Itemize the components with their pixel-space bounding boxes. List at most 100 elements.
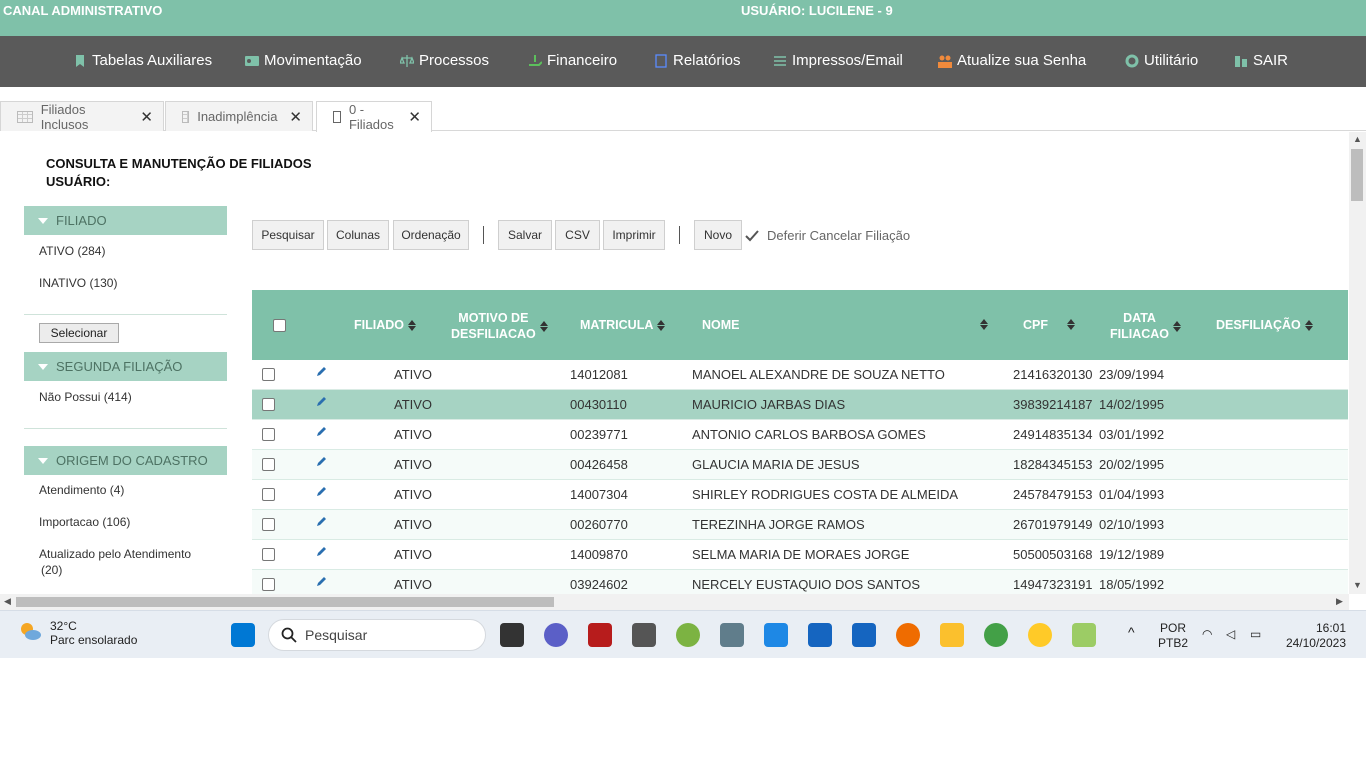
gear-icon [1125, 54, 1139, 67]
tab-inadimplencia[interactable]: Inadimplência ✕ [165, 101, 313, 131]
edit-pencil-icon[interactable] [315, 396, 327, 408]
taskbar-search[interactable]: Pesquisar [268, 619, 486, 651]
caixa-icon[interactable] [852, 623, 876, 647]
header-data-filiacao[interactable]: DATA FILIACAO [1110, 310, 1182, 342]
caixa-icon[interactable] [808, 623, 832, 647]
select-button[interactable]: Selecionar [39, 323, 119, 343]
filezilla-icon[interactable] [588, 623, 612, 647]
tab-filiados-inclusos[interactable]: Filiados Inclusos ✕ [0, 101, 164, 132]
row-checkbox[interactable] [262, 518, 275, 531]
table-row[interactable]: ATIVO 00430110 MAURICIO JARBAS DIAS 3983921… [252, 390, 1348, 420]
filter-header[interactable]: ORIGEM DO CADASTRO [24, 446, 227, 475]
camera-icon[interactable] [632, 623, 656, 647]
header-nome[interactable]: NOME [702, 317, 740, 333]
filter-option[interactable]: INATIVO (130) [39, 276, 117, 290]
row-checkbox[interactable] [262, 458, 275, 471]
cell-status: ATIVO [394, 367, 433, 382]
search-button[interactable]: Pesquisar [252, 220, 324, 250]
nav-relatorios[interactable]: Relatórios [654, 52, 741, 69]
row-checkbox[interactable] [262, 368, 275, 381]
csv-button[interactable]: CSV [555, 220, 600, 250]
filter-option[interactable]: Atualizado pelo Atendimento [39, 547, 191, 561]
nav-movimentacao[interactable]: Movimentação [245, 52, 362, 69]
teams-icon[interactable] [544, 623, 568, 647]
print-button[interactable]: Imprimir [603, 220, 665, 250]
table-row[interactable]: ATIVO 14007304 SHIRLEY RODRIGUES COSTA DE … [252, 480, 1348, 510]
header-matricula[interactable]: MATRICULA [580, 317, 666, 333]
row-checkbox[interactable] [262, 488, 275, 501]
nav-atualize-senha[interactable]: Atualize sua Senha [938, 52, 1086, 69]
filter-header[interactable]: SEGUNDA FILIAÇÃO [24, 352, 227, 381]
edit-pencil-icon[interactable] [315, 486, 327, 498]
filter-origem-cadastro: ORIGEM DO CADASTRO Atendimento (4) Impor… [24, 446, 227, 586]
app-icon[interactable] [1072, 623, 1096, 647]
edit-pencil-icon[interactable] [315, 456, 327, 468]
row-checkbox[interactable] [262, 428, 275, 441]
edit-pencil-icon[interactable] [315, 516, 327, 528]
nav-tabelas-auxiliares[interactable]: Tabelas Auxiliares [73, 52, 212, 69]
header-filiado[interactable]: FILIADO [354, 317, 416, 333]
chrome-icon[interactable] [984, 623, 1008, 647]
filter-header[interactable]: FILIADO [24, 206, 227, 235]
language-indicator[interactable]: POR PTB2 [1158, 621, 1188, 651]
header-desfiliacao[interactable]: DESFILIAÇÃO [1216, 317, 1313, 333]
save-button[interactable]: Salvar [498, 220, 552, 250]
defer-cancel-button[interactable]: Deferir Cancelar Filiação [745, 228, 910, 243]
nav-utilitario[interactable]: Utilitário [1125, 52, 1198, 69]
browser-icon[interactable] [1028, 623, 1052, 647]
edit-pencil-icon[interactable] [315, 426, 327, 438]
table-row[interactable]: ATIVO 00426458 GLAUCIA MARIA DE JESUS 18284… [252, 450, 1348, 480]
header-motivo-desfiliacao[interactable]: MOTIVO DE DESFILIACAO [451, 310, 548, 342]
vertical-scrollbar[interactable]: ▲ ▼ [1349, 132, 1366, 594]
new-button[interactable]: Novo [694, 220, 742, 250]
wifi-icon[interactable]: ◠ [1202, 627, 1212, 642]
table-row[interactable]: ATIVO 00239771 ANTONIO CARLOS BARBOSA GOME… [252, 420, 1348, 450]
nav-processos[interactable]: Processos [400, 52, 489, 69]
sort-icon[interactable] [980, 319, 988, 330]
windows-start-icon[interactable] [231, 623, 255, 647]
volume-icon[interactable]: ◁ [1226, 627, 1235, 642]
chevron-up-icon[interactable]: ^ [1128, 625, 1135, 640]
header-cpf[interactable]: CPF [1023, 317, 1048, 333]
cell-nome: TEREZINHA JORGE RAMOS [692, 517, 865, 532]
weather-widget[interactable]: 32°C Parc ensolarado [18, 619, 137, 647]
edit-pencil-icon[interactable] [315, 576, 327, 588]
paint-icon[interactable] [676, 623, 700, 647]
row-checkbox[interactable] [262, 578, 275, 591]
table-row[interactable]: ATIVO 14012081 MANOEL ALEXANDRE DE SOUZA N… [252, 360, 1348, 390]
horizontal-scrollbar[interactable]: ◀ ▶ [0, 594, 1349, 610]
sort-icon[interactable] [1067, 319, 1075, 330]
row-checkbox[interactable] [262, 398, 275, 411]
table-row[interactable]: ATIVO 00260770 TEREZINHA JORGE RAMOS 267019… [252, 510, 1348, 540]
filter-option[interactable]: Não Possui (414) [39, 390, 132, 404]
tab-filiados[interactable]: 0 - Filiados ✕ [316, 101, 432, 132]
nav-financeiro[interactable]: Financeiro [528, 52, 617, 69]
cell-matricula: 14007304 [570, 487, 628, 502]
caret-down-icon [38, 363, 48, 370]
columns-button[interactable]: Colunas [327, 220, 389, 250]
close-icon[interactable]: ✕ [289, 108, 302, 126]
battery-icon[interactable]: ▭ [1250, 627, 1261, 642]
notepad-icon[interactable] [764, 623, 788, 647]
nav-impressos-email[interactable]: Impressos/Email [773, 52, 903, 69]
folder-icon[interactable] [940, 623, 964, 647]
task-view-icon[interactable] [500, 623, 524, 647]
close-icon[interactable]: ✕ [408, 108, 421, 126]
scroll-thumb[interactable] [1351, 149, 1363, 201]
sort-button[interactable]: Ordenação [393, 220, 469, 250]
scroll-thumb[interactable] [16, 597, 554, 607]
filter-option[interactable]: Atendimento (4) [39, 483, 124, 497]
row-checkbox[interactable] [262, 548, 275, 561]
close-icon[interactable]: ✕ [140, 108, 153, 126]
edit-pencil-icon[interactable] [315, 366, 327, 378]
select-all-checkbox[interactable] [273, 319, 286, 332]
edit-pencil-icon[interactable] [315, 546, 327, 558]
table-row[interactable]: ATIVO 14009870 SELMA MARIA DE MORAES JORGE… [252, 540, 1348, 570]
firefox-icon[interactable] [896, 623, 920, 647]
calculator-icon[interactable] [720, 623, 744, 647]
nav-sair[interactable]: SAIR [1234, 52, 1288, 69]
caret-down-icon [38, 457, 48, 464]
clock[interactable]: 16:01 24/10/2023 [1282, 621, 1346, 651]
filter-option[interactable]: ATIVO (284) [39, 244, 105, 258]
filter-option[interactable]: Importacao (106) [39, 515, 130, 529]
